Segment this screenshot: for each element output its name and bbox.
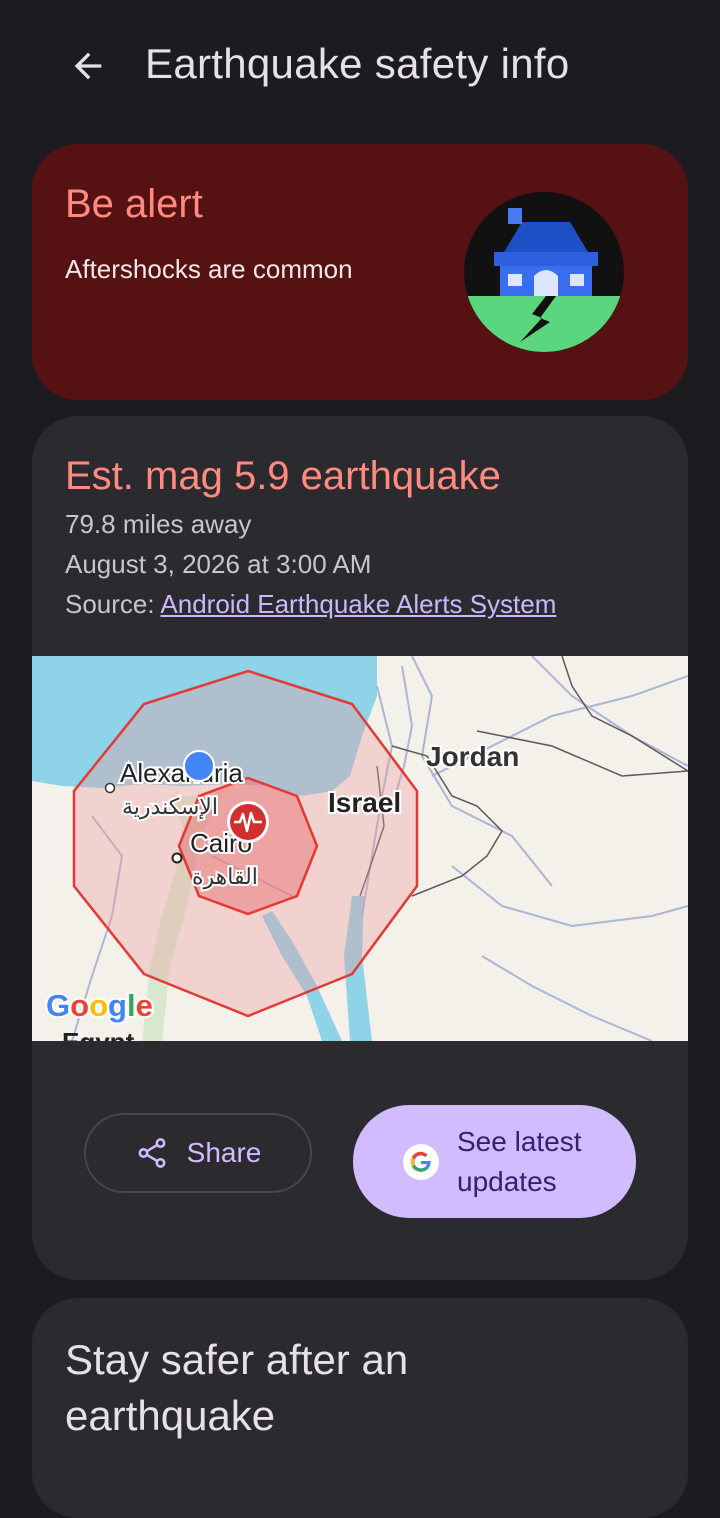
share-button[interactable]: Share xyxy=(84,1113,312,1193)
datetime-text: August 3, 2026 at 3:00 AM xyxy=(65,549,372,579)
alexandria-marker xyxy=(104,782,116,794)
page-title: Earthquake safety info xyxy=(145,40,570,87)
source-prefix: Source: xyxy=(65,589,161,619)
aftershock-alert-card: Be alert Aftershocks are common xyxy=(32,144,688,400)
alexandria-arabic-label: الإسكندرية xyxy=(122,794,218,820)
cairo-arabic-label: القاهرة xyxy=(192,864,258,890)
earthquake-map[interactable]: Alexandria الإسكندرية Cairo القاهرة Isra… xyxy=(32,655,688,1057)
top-app-bar: Earthquake safety info xyxy=(0,0,720,130)
source-line: Source: Android Earthquake Alerts System xyxy=(65,589,556,620)
safety-tips-title: Stay safer after an earthquake xyxy=(65,1336,409,1439)
alexandria-label: Alexandria xyxy=(120,758,243,788)
cairo-marker xyxy=(171,852,183,864)
user-location-dot xyxy=(183,750,215,782)
alert-subtitle: Aftershocks are common xyxy=(65,254,353,284)
earthquake-magnitude-title: Est. mag 5.9 earthquake xyxy=(65,454,501,498)
share-label: Share xyxy=(186,1137,262,1168)
alert-title: Be alert xyxy=(65,182,203,226)
source-link[interactable]: Android Earthquake Alerts System xyxy=(160,589,556,619)
google-g-icon xyxy=(403,1143,439,1180)
map-canvas: Alexandria الإسكندرية Cairo القاهرة Isra… xyxy=(32,655,688,1057)
see-latest-updates-label: See latest updates xyxy=(457,1125,582,1197)
egypt-label: Egypt xyxy=(62,1027,135,1041)
epicenter-icon xyxy=(227,801,269,843)
google-map-logo: Google xyxy=(46,988,153,1023)
damaged-house-icon xyxy=(464,192,624,352)
distance-text: 79.8 miles away xyxy=(65,509,252,539)
israel-label: Israel xyxy=(328,787,401,818)
share-icon xyxy=(138,1138,166,1168)
safety-tips-card[interactable]: Stay safer after an earthquake xyxy=(32,1298,688,1518)
back-button[interactable] xyxy=(60,38,116,94)
jordan-label: Jordan xyxy=(426,741,519,772)
earthquake-info-card: Est. mag 5.9 earthquake 79.8 miles away … xyxy=(32,416,688,1280)
arrow-back-icon xyxy=(74,52,102,80)
see-latest-updates-button[interactable]: See latest updates xyxy=(353,1105,636,1218)
